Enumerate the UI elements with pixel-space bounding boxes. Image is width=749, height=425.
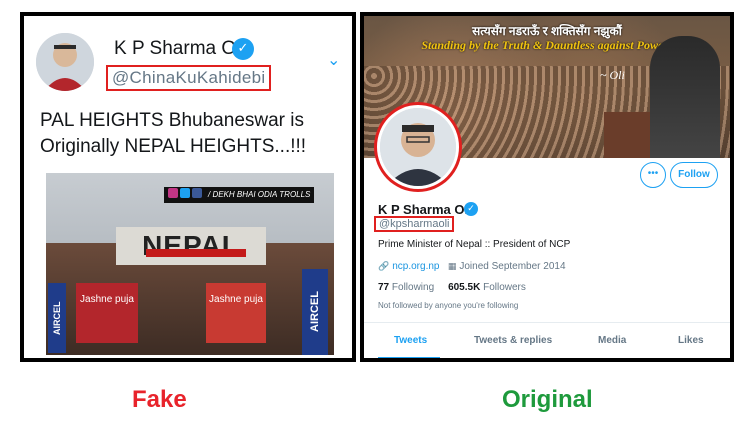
banner-speaker (650, 36, 720, 158)
tab-likes[interactable]: Likes (678, 335, 704, 346)
calendar-icon: ▦ (447, 262, 457, 272)
sign-stripe (146, 249, 246, 257)
side-sign-left: AIRCEL (48, 283, 66, 353)
side-sign-right: AIRCEL (302, 269, 328, 355)
photo-credit-text: / DEKH BHAI ODIA TROLLS (208, 190, 311, 199)
not-followed-note: Not followed by anyone you're following (378, 301, 519, 310)
link-icon: 🔗 (378, 262, 390, 272)
profile-tabs: Tweets Tweets & replies Media Likes (364, 322, 730, 358)
active-tab-indicator (378, 357, 440, 358)
fake-profile-avatar[interactable] (36, 33, 94, 91)
shop-sign-right: Jashne puja (206, 283, 266, 343)
more-options-button[interactable]: ••• (640, 162, 666, 188)
original-avatar-highlighted[interactable] (374, 102, 462, 192)
photo-credit-banner: / DEKH BHAI ODIA TROLLS (164, 187, 315, 203)
joined-date: Joined September 2014 (459, 261, 566, 272)
followers-label: Followers (483, 282, 526, 293)
fake-tweet-photo[interactable]: / DEKH BHAI ODIA TROLLS NEPAL Jashne puj… (46, 173, 334, 355)
fake-display-name[interactable]: K P Sharma Oli (114, 38, 245, 60)
verified-badge-icon: ✓ (464, 202, 478, 216)
following-stat[interactable]: 77 Following (378, 282, 434, 293)
followers-stat[interactable]: 605.5K Followers (448, 282, 526, 293)
original-profile-panel: सत्यसँग नडराऊँ र शक्तिसँग नझुकौं Standin… (360, 12, 734, 362)
followers-count: 605.5K (448, 282, 481, 293)
follow-button[interactable]: Follow (670, 162, 718, 188)
social-icons (168, 187, 204, 203)
follow-counts: 77 Following 605.5K Followers (378, 282, 526, 293)
profile-bio: Prime Minister of Nepal :: President of … (378, 239, 571, 250)
original-profile-avatar (380, 108, 456, 186)
fake-caption: Fake (132, 386, 187, 413)
original-display-name: K P Sharma Oli (378, 202, 472, 217)
banner-signature: ~ Oli (600, 68, 625, 82)
following-label: Following (391, 282, 435, 293)
fake-handle-highlighted[interactable]: @ChinaKuKahidebi (106, 65, 272, 91)
verified-badge-icon: ✓ (232, 38, 254, 60)
following-count: 77 (378, 282, 390, 293)
original-caption: Original (502, 386, 593, 413)
tab-media[interactable]: Media (598, 335, 626, 346)
shop-sign-left: Jashne puja (76, 283, 138, 343)
building-sign: NEPAL (116, 227, 266, 265)
profile-meta: 🔗 ncp.org.np ▦ Joined September 2014 (378, 261, 566, 272)
chevron-down-icon[interactable]: ⌄ (327, 50, 340, 69)
tab-tweets[interactable]: Tweets (394, 335, 427, 346)
fake-tweet-panel: K P Sharma Oli ✓ @ChinaKuKahidebi ⌄ PAL … (20, 12, 356, 362)
original-handle-highlighted: @kpsharmaoli (374, 216, 455, 232)
website-link[interactable]: ncp.org.np (392, 261, 439, 272)
tab-tweets-replies[interactable]: Tweets & replies (474, 335, 552, 346)
fake-tweet-text: PAL HEIGHTS Bhubaneswar is Originally NE… (40, 110, 307, 157)
